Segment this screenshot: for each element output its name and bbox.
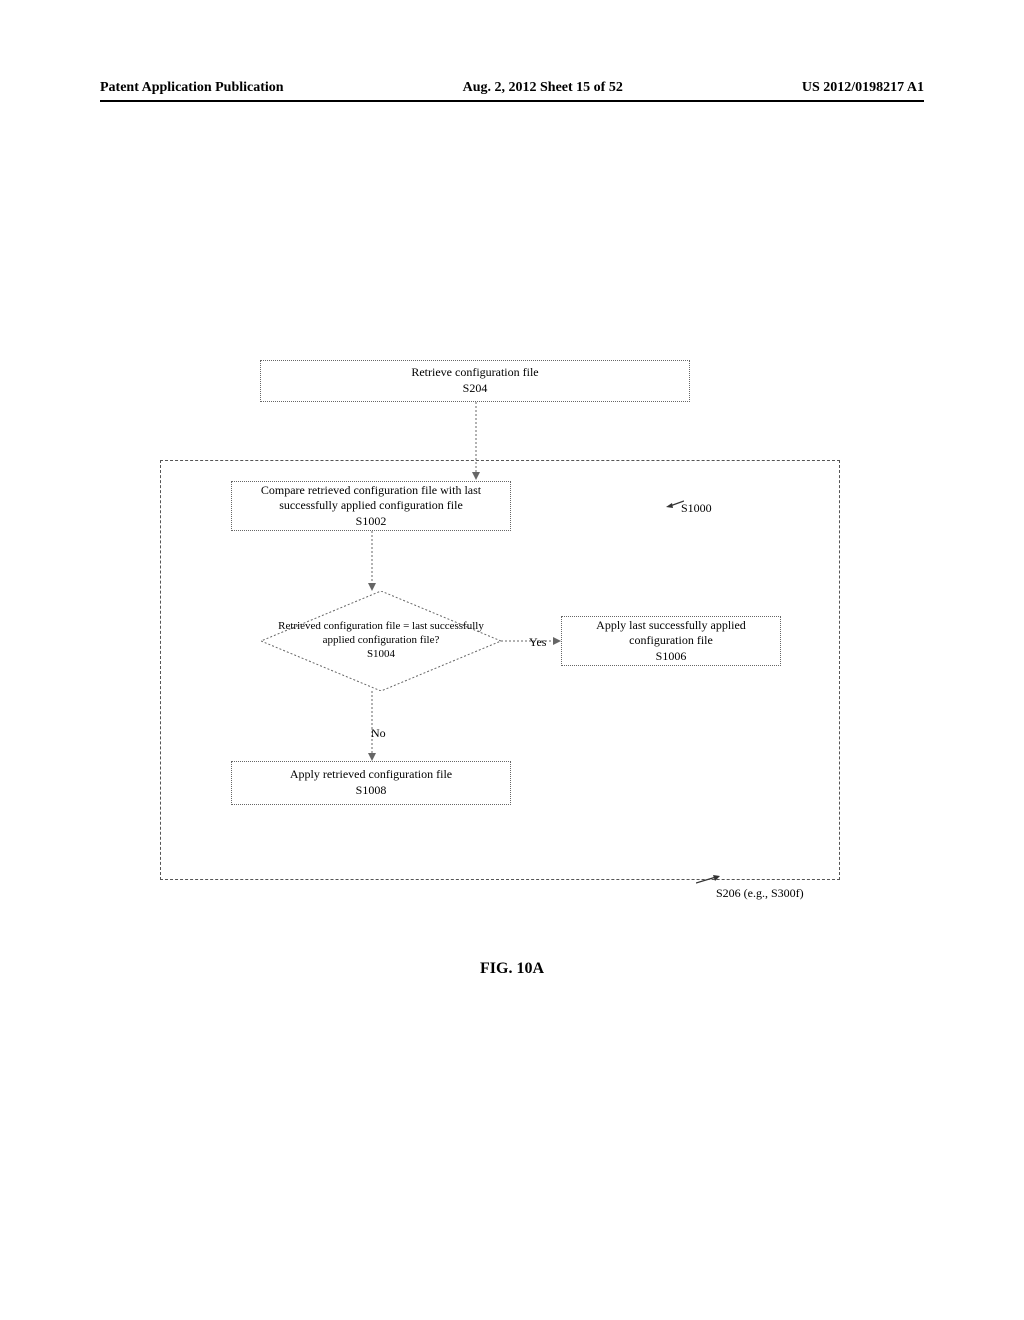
box-retrieve: Retrieve configuration file S204 (260, 360, 690, 402)
box-apply-last: Apply last successfully applied configur… (561, 616, 781, 666)
header-rule (100, 100, 924, 102)
label-no: No (371, 726, 386, 741)
decision-text: Retrieved configuration file = last succ… (261, 620, 501, 648)
container-ref-arrow-icon (696, 875, 720, 885)
flowchart: Retrieve configuration file S204 Compare… (160, 360, 840, 880)
header-right: US 2012/0198217 A1 (802, 80, 924, 96)
header-left: Patent Application Publication (100, 80, 284, 96)
label-yes: Yes (529, 635, 546, 650)
arrow-compare-to-decision (366, 531, 378, 593)
decision-ref: S1004 (367, 648, 395, 662)
callout-arrow-icon (666, 499, 684, 509)
callout-s1000: S1000 (681, 501, 712, 516)
box-compare: Compare retrieved configuration file wit… (231, 481, 511, 531)
container-ref-label: S206 (e.g., S300f) (716, 886, 804, 901)
box-apply-last-ref: S1006 (656, 649, 687, 665)
box-apply-last-text: Apply last successfully applied configur… (570, 618, 772, 649)
box-apply-retrieved: Apply retrieved configuration file S1008 (231, 761, 511, 805)
box-apply-retrieved-text: Apply retrieved configuration file (290, 767, 452, 783)
box-retrieve-ref: S204 (463, 381, 488, 397)
decision-diamond: Retrieved configuration file = last succ… (261, 591, 501, 691)
box-compare-text: Compare retrieved configuration file wit… (240, 483, 502, 514)
header-center: Aug. 2, 2012 Sheet 15 of 52 (463, 80, 623, 96)
box-apply-retrieved-ref: S1008 (356, 783, 387, 799)
box-compare-ref: S1002 (356, 514, 387, 530)
dashed-container: Compare retrieved configuration file wit… (160, 460, 840, 880)
box-retrieve-text: Retrieve configuration file (411, 365, 538, 381)
figure-label: FIG. 10A (0, 960, 1024, 978)
